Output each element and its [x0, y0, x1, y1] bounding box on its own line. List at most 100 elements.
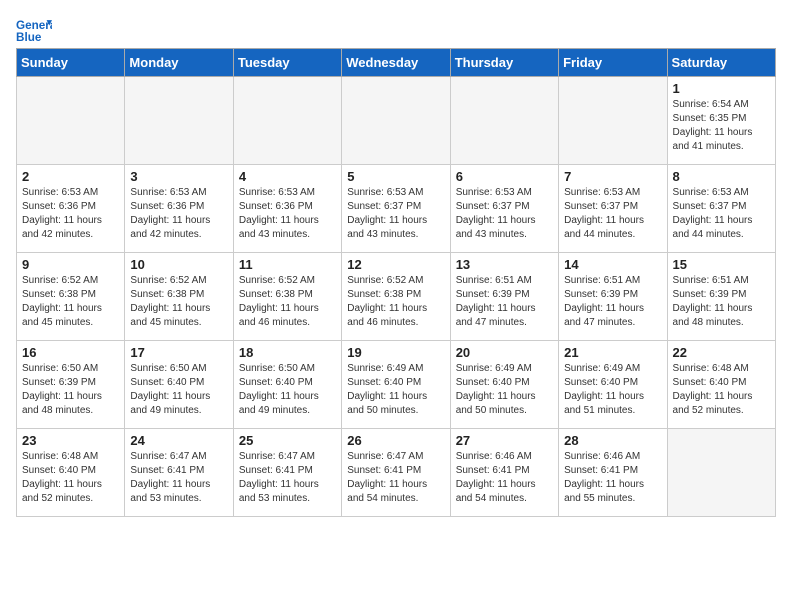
calendar-cell: 1 Sunrise: 6:54 AMSunset: 6:35 PMDaylight…: [667, 77, 775, 165]
day-info: Sunrise: 6:53 AMSunset: 6:37 PMDaylight:…: [456, 186, 553, 242]
day-info: Sunrise: 6:49 AMSunset: 6:40 PMDaylight:…: [564, 362, 661, 418]
calendar-cell: [125, 77, 233, 165]
day-info: Sunrise: 6:46 AMSunset: 6:41 PMDaylight:…: [564, 450, 661, 506]
day-info: Sunrise: 6:46 AMSunset: 6:41 PMDaylight:…: [456, 450, 553, 506]
calendar-cell: 14 Sunrise: 6:51 AMSunset: 6:39 PMDayligh…: [559, 253, 667, 341]
day-info: Sunrise: 6:48 AMSunset: 6:40 PMDaylight:…: [673, 362, 770, 418]
svg-text:Blue: Blue: [16, 31, 42, 44]
col-header-tuesday: Tuesday: [233, 49, 341, 77]
logo: General Blue: [16, 16, 58, 44]
col-header-friday: Friday: [559, 49, 667, 77]
day-info: Sunrise: 6:47 AMSunset: 6:41 PMDaylight:…: [130, 450, 227, 506]
calendar-cell: 23 Sunrise: 6:48 AMSunset: 6:40 PMDayligh…: [17, 429, 125, 517]
calendar-cell: 9 Sunrise: 6:52 AMSunset: 6:38 PMDaylight…: [17, 253, 125, 341]
calendar-cell: 8 Sunrise: 6:53 AMSunset: 6:37 PMDaylight…: [667, 165, 775, 253]
day-number: 7: [564, 169, 661, 184]
day-number: 16: [22, 345, 119, 360]
day-info: Sunrise: 6:53 AMSunset: 6:37 PMDaylight:…: [347, 186, 444, 242]
calendar-cell: [17, 77, 125, 165]
day-info: Sunrise: 6:50 AMSunset: 6:40 PMDaylight:…: [239, 362, 336, 418]
day-info: Sunrise: 6:51 AMSunset: 6:39 PMDaylight:…: [456, 274, 553, 330]
calendar-cell: [667, 429, 775, 517]
calendar-cell: 17 Sunrise: 6:50 AMSunset: 6:40 PMDayligh…: [125, 341, 233, 429]
day-number: 2: [22, 169, 119, 184]
day-number: 12: [347, 257, 444, 272]
calendar-cell: 26 Sunrise: 6:47 AMSunset: 6:41 PMDayligh…: [342, 429, 450, 517]
calendar-cell: 19 Sunrise: 6:49 AMSunset: 6:40 PMDayligh…: [342, 341, 450, 429]
day-info: Sunrise: 6:53 AMSunset: 6:36 PMDaylight:…: [130, 186, 227, 242]
week-row-5: 23 Sunrise: 6:48 AMSunset: 6:40 PMDayligh…: [17, 429, 776, 517]
calendar-cell: 27 Sunrise: 6:46 AMSunset: 6:41 PMDayligh…: [450, 429, 558, 517]
day-number: 17: [130, 345, 227, 360]
day-info: Sunrise: 6:53 AMSunset: 6:37 PMDaylight:…: [564, 186, 661, 242]
calendar-cell: [559, 77, 667, 165]
day-number: 27: [456, 433, 553, 448]
calendar-table: SundayMondayTuesdayWednesdayThursdayFrid…: [16, 48, 776, 517]
day-number: 19: [347, 345, 444, 360]
calendar-cell: 20 Sunrise: 6:49 AMSunset: 6:40 PMDayligh…: [450, 341, 558, 429]
page-header: General Blue: [16, 16, 776, 44]
day-number: 26: [347, 433, 444, 448]
col-header-saturday: Saturday: [667, 49, 775, 77]
day-number: 3: [130, 169, 227, 184]
day-number: 14: [564, 257, 661, 272]
day-number: 21: [564, 345, 661, 360]
week-row-3: 9 Sunrise: 6:52 AMSunset: 6:38 PMDaylight…: [17, 253, 776, 341]
day-info: Sunrise: 6:54 AMSunset: 6:35 PMDaylight:…: [673, 98, 770, 154]
day-number: 24: [130, 433, 227, 448]
day-number: 1: [673, 81, 770, 96]
day-info: Sunrise: 6:51 AMSunset: 6:39 PMDaylight:…: [564, 274, 661, 330]
day-info: Sunrise: 6:50 AMSunset: 6:40 PMDaylight:…: [130, 362, 227, 418]
day-info: Sunrise: 6:53 AMSunset: 6:36 PMDaylight:…: [239, 186, 336, 242]
calendar-cell: 7 Sunrise: 6:53 AMSunset: 6:37 PMDaylight…: [559, 165, 667, 253]
day-number: 25: [239, 433, 336, 448]
day-number: 8: [673, 169, 770, 184]
day-number: 20: [456, 345, 553, 360]
col-header-wednesday: Wednesday: [342, 49, 450, 77]
day-info: Sunrise: 6:52 AMSunset: 6:38 PMDaylight:…: [239, 274, 336, 330]
day-number: 11: [239, 257, 336, 272]
day-number: 15: [673, 257, 770, 272]
day-number: 5: [347, 169, 444, 184]
col-header-sunday: Sunday: [17, 49, 125, 77]
day-number: 22: [673, 345, 770, 360]
day-info: Sunrise: 6:52 AMSunset: 6:38 PMDaylight:…: [347, 274, 444, 330]
day-number: 10: [130, 257, 227, 272]
day-number: 28: [564, 433, 661, 448]
day-number: 18: [239, 345, 336, 360]
col-header-thursday: Thursday: [450, 49, 558, 77]
calendar-cell: 15Sunrise: 6:51 AMSunset: 6:39 PMDayligh…: [667, 253, 775, 341]
calendar-cell: 6 Sunrise: 6:53 AMSunset: 6:37 PMDaylight…: [450, 165, 558, 253]
day-number: 4: [239, 169, 336, 184]
day-info: Sunrise: 6:48 AMSunset: 6:40 PMDaylight:…: [22, 450, 119, 506]
calendar-cell: 11 Sunrise: 6:52 AMSunset: 6:38 PMDayligh…: [233, 253, 341, 341]
calendar-header-row: SundayMondayTuesdayWednesdayThursdayFrid…: [17, 49, 776, 77]
day-info: Sunrise: 6:47 AMSunset: 6:41 PMDaylight:…: [239, 450, 336, 506]
calendar-cell: 22 Sunrise: 6:48 AMSunset: 6:40 PMDayligh…: [667, 341, 775, 429]
calendar-cell: 18 Sunrise: 6:50 AMSunset: 6:40 PMDayligh…: [233, 341, 341, 429]
day-number: 6: [456, 169, 553, 184]
calendar-cell: [233, 77, 341, 165]
day-info: Sunrise: 6:49 AMSunset: 6:40 PMDaylight:…: [347, 362, 444, 418]
day-number: 9: [22, 257, 119, 272]
calendar-cell: 24 Sunrise: 6:47 AMSunset: 6:41 PMDayligh…: [125, 429, 233, 517]
day-info: Sunrise: 6:53 AMSunset: 6:37 PMDaylight:…: [673, 186, 770, 242]
col-header-monday: Monday: [125, 49, 233, 77]
logo-icon: General Blue: [16, 16, 52, 44]
day-info: Sunrise: 6:47 AMSunset: 6:41 PMDaylight:…: [347, 450, 444, 506]
calendar-cell: [450, 77, 558, 165]
calendar-cell: 21 Sunrise: 6:49 AMSunset: 6:40 PMDayligh…: [559, 341, 667, 429]
day-info: Sunrise: 6:52 AMSunset: 6:38 PMDaylight:…: [22, 274, 119, 330]
day-number: 23: [22, 433, 119, 448]
calendar-cell: 4 Sunrise: 6:53 AMSunset: 6:36 PMDaylight…: [233, 165, 341, 253]
calendar-cell: 2Sunrise: 6:53 AMSunset: 6:36 PMDaylight…: [17, 165, 125, 253]
calendar-cell: 5 Sunrise: 6:53 AMSunset: 6:37 PMDaylight…: [342, 165, 450, 253]
calendar-cell: 3 Sunrise: 6:53 AMSunset: 6:36 PMDaylight…: [125, 165, 233, 253]
day-info: Sunrise: 6:49 AMSunset: 6:40 PMDaylight:…: [456, 362, 553, 418]
calendar-cell: 12 Sunrise: 6:52 AMSunset: 6:38 PMDayligh…: [342, 253, 450, 341]
calendar-cell: 28 Sunrise: 6:46 AMSunset: 6:41 PMDayligh…: [559, 429, 667, 517]
calendar-cell: 10 Sunrise: 6:52 AMSunset: 6:38 PMDayligh…: [125, 253, 233, 341]
day-number: 13: [456, 257, 553, 272]
day-info: Sunrise: 6:52 AMSunset: 6:38 PMDaylight:…: [130, 274, 227, 330]
calendar-cell: 13 Sunrise: 6:51 AMSunset: 6:39 PMDayligh…: [450, 253, 558, 341]
